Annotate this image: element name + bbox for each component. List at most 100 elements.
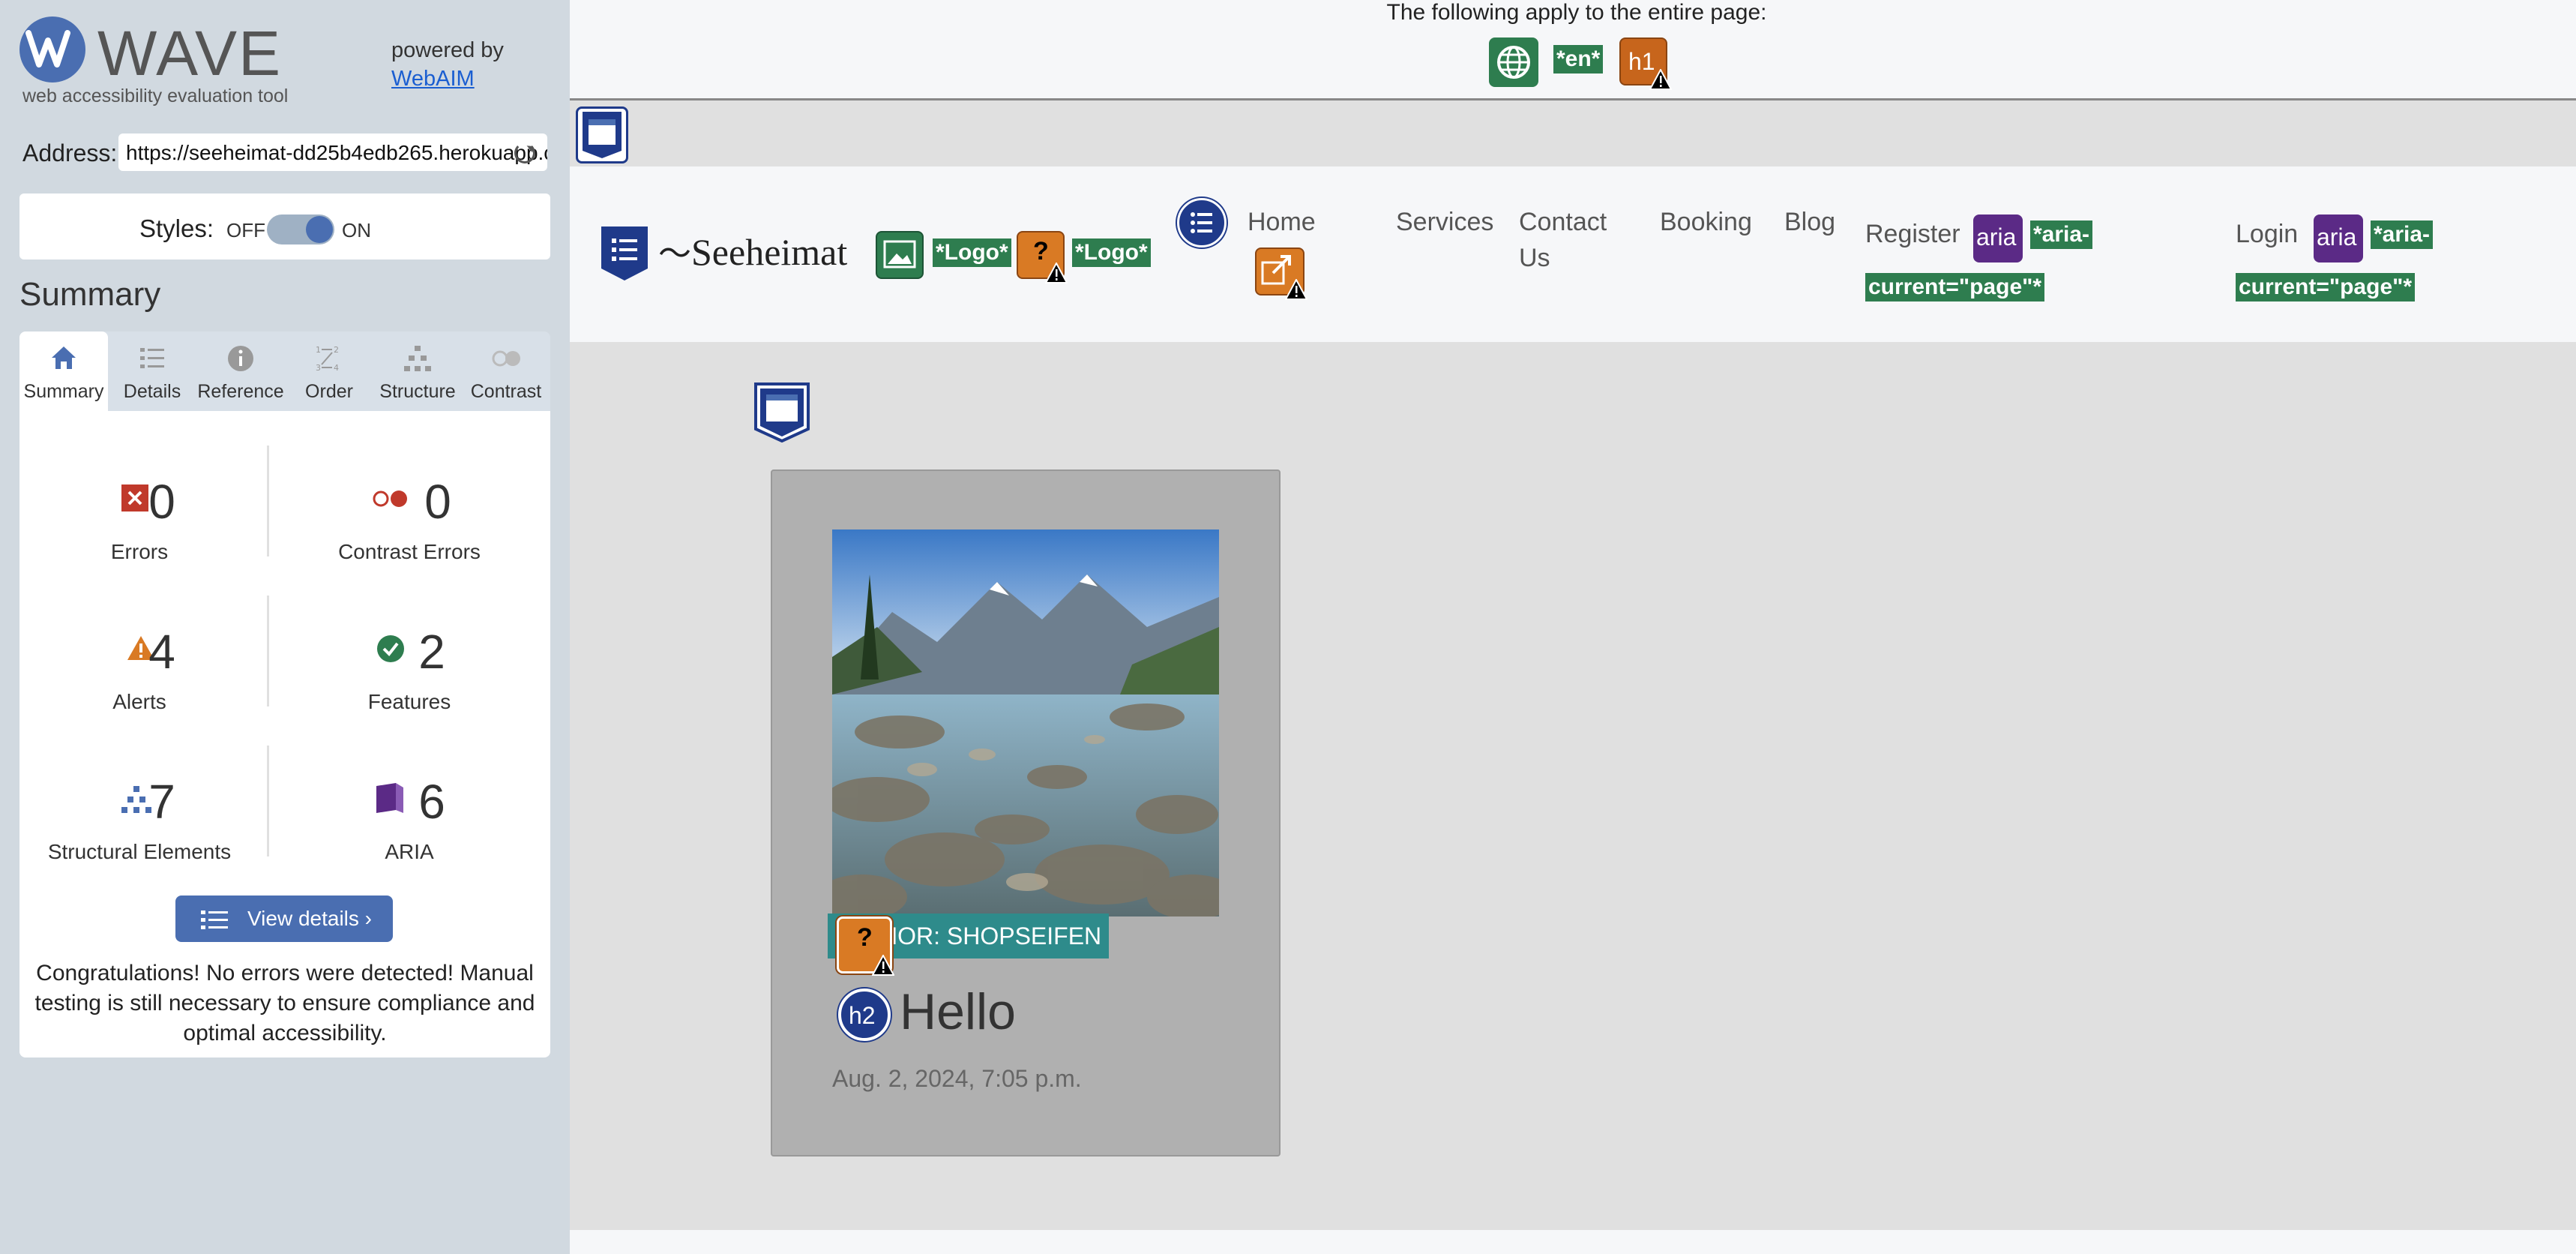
header-landmark-icon[interactable] [576,106,628,164]
tab-reference[interactable]: Reference [196,332,285,411]
aria-current-label-part: current="page"* [1865,273,2045,302]
site-header: 〜Seeheimat *Logo* ? *Logo* Home Services… [570,166,2576,342]
divider [267,596,269,706]
svg-text:3: 3 [316,363,321,373]
tab-order[interactable]: 1 2 3 4 Order [285,332,373,411]
navigation-icon [601,226,648,280]
reload-icon[interactable] [514,142,535,164]
nav-link-register[interactable]: Register [1865,216,1960,252]
list-icon [1191,212,1212,233]
wave-brand-mark: 〜 [658,236,691,272]
stat-value: 2 [418,625,445,679]
toggle-knob [306,216,333,243]
language-icon[interactable] [1489,38,1538,87]
home-icon [52,346,76,369]
logo-label: *Logo* [933,238,1011,267]
lang-label: *en* [1553,45,1604,74]
blog-card-date: Aug. 2, 2024, 7:05 p.m. [832,1065,1082,1092]
info-icon [228,346,253,371]
linked-image-icon[interactable] [876,231,924,279]
wave-sidebar: WAVE web accessibility evaluation tool p… [0,0,570,1254]
styles-toggle[interactable] [267,214,334,244]
aria-current-label-part: *aria- [2371,220,2434,249]
stat-value: 4 [148,625,175,679]
wave-logo-word: WAVE [97,18,283,88]
list-icon [140,348,164,368]
navigation-landmark-icon[interactable] [598,225,651,282]
powered-by: powered by WebAIM [391,36,504,93]
warning-icon [1285,279,1307,300]
stat-label: Features [367,690,451,713]
tab-contrast[interactable]: Contrast [462,332,550,411]
aria-icon[interactable]: aria [2314,214,2363,262]
stat-label: ARIA [385,840,434,863]
tab-label: Reference [197,381,284,402]
blog-card-image[interactable] [832,530,1219,916]
webaim-link[interactable]: WebAIM [391,67,475,91]
stat-value: 0 [424,475,451,529]
stat-aria[interactable]: 6 ARIA [289,744,529,872]
stat-label: Structural Elements [47,840,232,863]
unordered-list-icon[interactable] [1177,198,1227,248]
site-brand[interactable]: 〜Seeheimat [658,226,847,274]
summary-heading: Summary [19,276,161,313]
aria-badge: aria [1976,224,2017,250]
suspicious-link-alert-icon[interactable]: ? [837,916,894,976]
summary-panel: 0 Errors 0 Contrast Errors 4 Alerts 2 Fe… [19,411,550,1058]
styles-toggle-box: Styles: OFF ON [19,194,550,260]
svg-text:4: 4 [334,363,339,373]
stat-alerts[interactable]: 4 Alerts [19,594,259,722]
list-icon [201,910,228,929]
h2-heading-icon[interactable]: h2 [838,988,891,1041]
warning-icon [1045,262,1068,284]
stat-label: Alerts [112,690,166,713]
nav-link-services[interactable]: Services [1396,204,1493,240]
blog-card[interactable]: HOR: SHOPSEIFEN ? h2 Hello Aug. 2, 2024,… [771,470,1281,1156]
svg-text:1: 1 [316,345,321,355]
wave-tagline: web accessibility evaluation tool [22,86,289,106]
address-input[interactable]: https://seeheimat-dd25b4edb265.herokuapp… [118,134,547,171]
contrast-icon [492,350,520,367]
tab-details[interactable]: Details [108,332,196,411]
stat-errors[interactable]: 0 Errors [19,444,259,572]
tab-summary[interactable]: Summary [19,332,108,411]
logo-label: *Logo* [1072,238,1151,267]
stat-features[interactable]: 2 Features [289,594,529,722]
question-icon: ? [857,923,873,952]
styles-label: Styles: [139,214,214,242]
stat-value: 0 [148,475,175,529]
order-icon: 1 2 3 4 [316,345,339,373]
stat-value: 7 [148,775,175,829]
tab-label: Summary [23,381,104,402]
stat-structural[interactable]: 7 Structural Elements [19,744,259,872]
aria-current-label-part: *aria- [2030,220,2093,249]
missing-h1-alert-icon[interactable]: h1 [1619,38,1672,90]
nav-link-blog[interactable]: Blog [1784,204,1835,240]
address-label: Address: [22,140,118,166]
warning-icon [872,955,894,976]
congrats-message: Congratulations! No errors were detected… [34,961,535,1046]
redundant-link-alert-icon[interactable] [1255,248,1307,300]
page-notice-bar: The following apply to the entire page: … [570,0,2576,100]
aria-icon[interactable]: aria [1973,214,2023,262]
page-preview: The following apply to the entire page: … [570,0,2576,1254]
divider [267,446,269,556]
image-link-icon [883,240,916,268]
structure-icon [404,346,431,371]
toggle-on-label: ON [342,219,371,242]
stat-contrast-errors[interactable]: 0 Contrast Errors [289,444,529,572]
view-details-button[interactable]: View details › [175,896,393,942]
brand-text: Seeheimat [691,231,848,273]
nav-link-booking[interactable]: Booking [1660,204,1752,240]
tab-structure[interactable]: Structure [373,332,462,411]
blog-card-title[interactable]: Hello [900,982,1016,1041]
nav-link-login[interactable]: Login [2236,216,2298,252]
main-landmark-icon[interactable] [751,381,813,443]
nav-link-home[interactable]: Home [1248,204,1316,240]
powered-by-text: powered by [391,38,504,62]
suspicious-alt-alert-icon[interactable]: ? [1017,231,1068,284]
stat-label: Contrast Errors [338,540,481,563]
aria-current-label-part: current="page"* [2236,273,2416,302]
stat-label: Errors [110,540,169,563]
nav-link-contact[interactable]: Contact Us [1519,204,1639,276]
